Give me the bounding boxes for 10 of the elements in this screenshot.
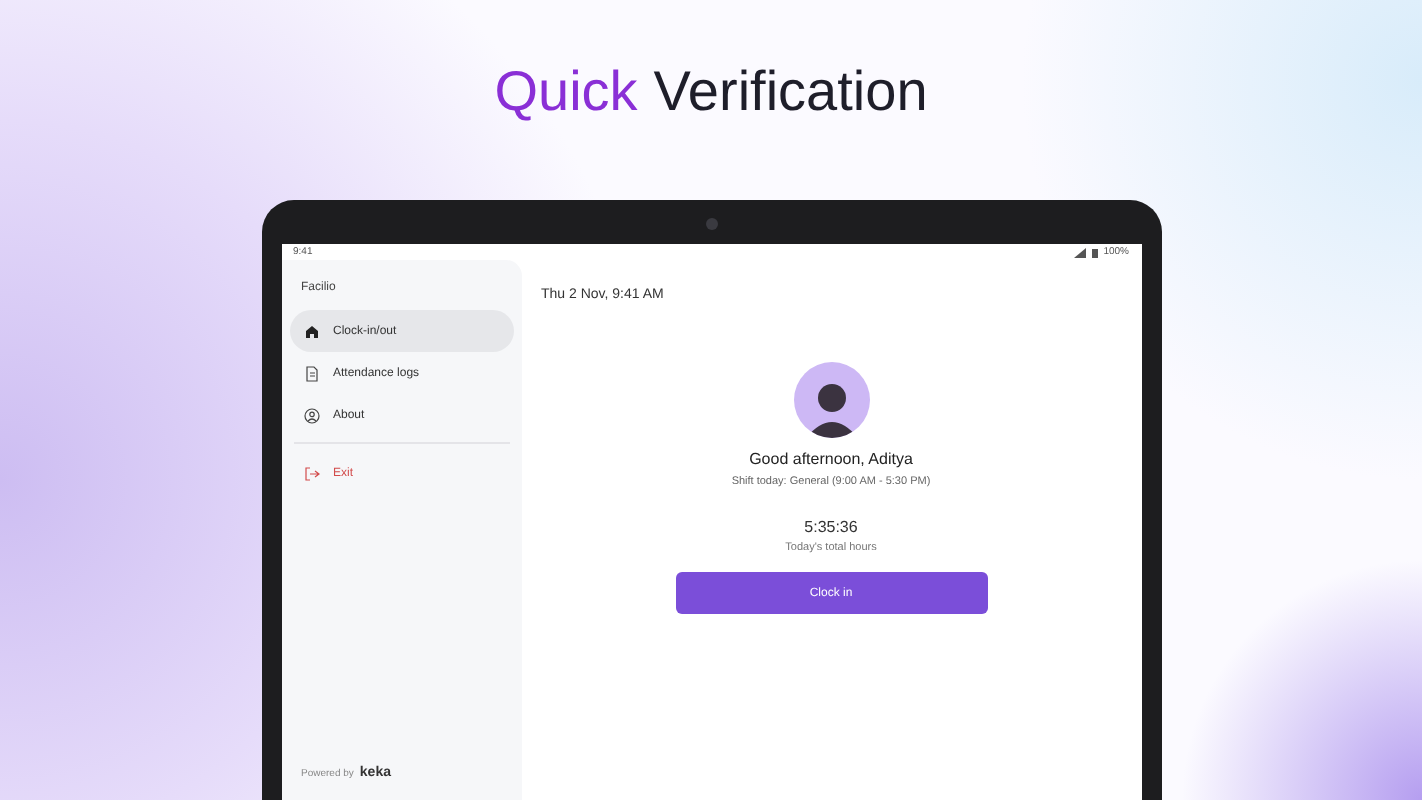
total-hours: 5:35:36 xyxy=(804,518,858,536)
battery-icon xyxy=(1091,247,1098,257)
greeting-text: Good afternoon, Aditya xyxy=(749,450,913,468)
exit-icon xyxy=(303,465,319,481)
signal-icon xyxy=(1073,247,1086,257)
home-icon xyxy=(303,323,319,339)
page-headline: Quick Verification xyxy=(494,60,928,126)
person-circle-icon xyxy=(303,407,319,423)
camera-icon xyxy=(705,218,717,230)
document-icon xyxy=(303,365,319,381)
